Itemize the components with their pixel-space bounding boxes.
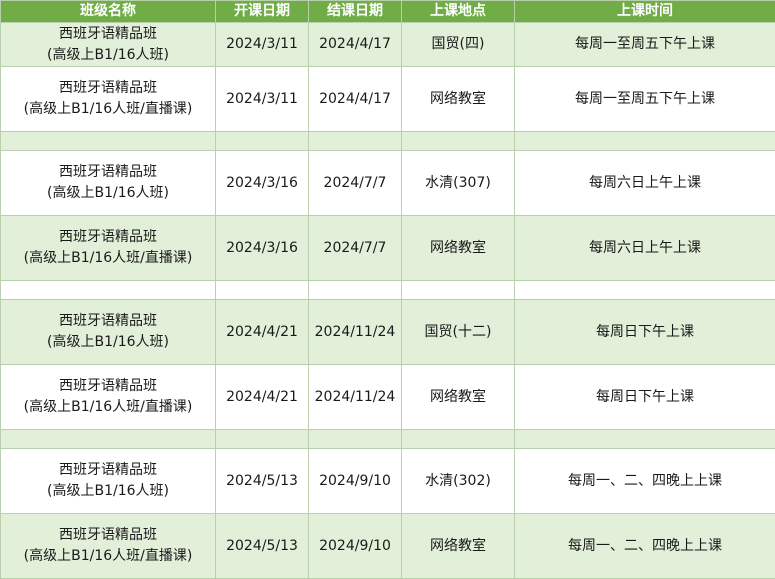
class-name: 西班牙语精品班: [3, 376, 213, 397]
spacer-cell: [216, 281, 309, 300]
class-name: 西班牙语精品班: [3, 525, 213, 546]
header-class-name: 班级名称: [1, 1, 216, 23]
class-time-cell: 每周日下午上课: [515, 300, 775, 365]
class-time-cell: 每周日下午上课: [515, 365, 775, 430]
schedule-table: 班级名称 开课日期 结课日期 上课地点 上课时间 西班牙语精品班(高级上B1/1…: [0, 0, 775, 579]
end-date-cell: 2024/9/10: [309, 449, 402, 514]
table-row: 西班牙语精品班(高级上B1/16人班)2024/3/112024/4/17国贸(…: [1, 23, 775, 67]
start-date-cell: 2024/3/11: [216, 67, 309, 132]
end-date-cell: 2024/7/7: [309, 151, 402, 216]
spacer-cell: [1, 281, 216, 300]
table-row: 西班牙语精品班(高级上B1/16人班)2024/3/162024/7/7水清(3…: [1, 151, 775, 216]
spacer-cell: [515, 430, 775, 449]
start-date-cell: 2024/3/11: [216, 23, 309, 67]
class-name: 西班牙语精品班: [3, 162, 213, 183]
table-row: 西班牙语精品班(高级上B1/16人班/直播课)2024/3/162024/7/7…: [1, 216, 775, 281]
spacer-cell: [309, 132, 402, 151]
spacer-row: [1, 430, 775, 449]
table-row: 西班牙语精品班(高级上B1/16人班)2024/5/132024/9/10水清(…: [1, 449, 775, 514]
class-time-cell: 每周一至周五下午上课: [515, 67, 775, 132]
spacer-cell: [515, 281, 775, 300]
start-date-cell: 2024/4/21: [216, 300, 309, 365]
spacer-cell: [402, 281, 515, 300]
class-name-cell: 西班牙语精品班(高级上B1/16人班): [1, 151, 216, 216]
start-date-cell: 2024/3/16: [216, 216, 309, 281]
spacer-cell: [402, 132, 515, 151]
spacer-cell: [1, 430, 216, 449]
class-level: (高级上B1/16人班/直播课): [3, 248, 213, 269]
class-name-cell: 西班牙语精品班(高级上B1/16人班/直播课): [1, 216, 216, 281]
spacer-cell: [216, 132, 309, 151]
class-name: 西班牙语精品班: [3, 227, 213, 248]
class-level: (高级上B1/16人班): [3, 332, 213, 353]
class-name: 西班牙语精品班: [3, 24, 213, 45]
start-date-cell: 2024/3/16: [216, 151, 309, 216]
location-cell: 网络教室: [402, 67, 515, 132]
start-date-cell: 2024/5/13: [216, 449, 309, 514]
class-name: 西班牙语精品班: [3, 78, 213, 99]
class-level: (高级上B1/16人班/直播课): [3, 99, 213, 120]
spacer-cell: [216, 430, 309, 449]
spacer-cell: [1, 132, 216, 151]
class-name: 西班牙语精品班: [3, 460, 213, 481]
class-level: (高级上B1/16人班): [3, 45, 213, 66]
class-time-cell: 每周一至周五下午上课: [515, 23, 775, 67]
class-name: 西班牙语精品班: [3, 311, 213, 332]
start-date-cell: 2024/4/21: [216, 365, 309, 430]
spacer-row: [1, 281, 775, 300]
spacer-cell: [402, 430, 515, 449]
location-cell: 网络教室: [402, 365, 515, 430]
location-cell: 国贸(四): [402, 23, 515, 67]
location-cell: 水清(302): [402, 449, 515, 514]
class-name-cell: 西班牙语精品班(高级上B1/16人班/直播课): [1, 67, 216, 132]
spacer-row: [1, 132, 775, 151]
class-level: (高级上B1/16人班): [3, 481, 213, 502]
header-row: 班级名称 开课日期 结课日期 上课地点 上课时间: [1, 1, 775, 23]
end-date-cell: 2024/4/17: [309, 67, 402, 132]
start-date-cell: 2024/5/13: [216, 514, 309, 579]
location-cell: 水清(307): [402, 151, 515, 216]
table-row: 西班牙语精品班(高级上B1/16人班/直播课)2024/4/212024/11/…: [1, 365, 775, 430]
end-date-cell: 2024/7/7: [309, 216, 402, 281]
class-name-cell: 西班牙语精品班(高级上B1/16人班/直播课): [1, 365, 216, 430]
spacer-cell: [309, 281, 402, 300]
class-time-cell: 每周六日上午上课: [515, 216, 775, 281]
location-cell: 国贸(十二): [402, 300, 515, 365]
end-date-cell: 2024/9/10: [309, 514, 402, 579]
table-row: 西班牙语精品班(高级上B1/16人班)2024/4/212024/11/24国贸…: [1, 300, 775, 365]
class-time-cell: 每周六日上午上课: [515, 151, 775, 216]
class-time-cell: 每周一、二、四晚上上课: [515, 449, 775, 514]
header-class-time: 上课时间: [515, 1, 775, 23]
class-name-cell: 西班牙语精品班(高级上B1/16人班/直播课): [1, 514, 216, 579]
class-level: (高级上B1/16人班): [3, 183, 213, 204]
table-body: 西班牙语精品班(高级上B1/16人班)2024/3/112024/4/17国贸(…: [1, 23, 775, 579]
class-time-cell: 每周一、二、四晚上上课: [515, 514, 775, 579]
header-start-date: 开课日期: [216, 1, 309, 23]
class-level: (高级上B1/16人班/直播课): [3, 546, 213, 567]
location-cell: 网络教室: [402, 514, 515, 579]
class-name-cell: 西班牙语精品班(高级上B1/16人班): [1, 23, 216, 67]
table-row: 西班牙语精品班(高级上B1/16人班/直播课)2024/5/132024/9/1…: [1, 514, 775, 579]
spacer-cell: [515, 132, 775, 151]
spacer-cell: [309, 430, 402, 449]
class-level: (高级上B1/16人班/直播课): [3, 397, 213, 418]
class-name-cell: 西班牙语精品班(高级上B1/16人班): [1, 449, 216, 514]
header-end-date: 结课日期: [309, 1, 402, 23]
end-date-cell: 2024/11/24: [309, 300, 402, 365]
end-date-cell: 2024/4/17: [309, 23, 402, 67]
end-date-cell: 2024/11/24: [309, 365, 402, 430]
location-cell: 网络教室: [402, 216, 515, 281]
header-location: 上课地点: [402, 1, 515, 23]
table-row: 西班牙语精品班(高级上B1/16人班/直播课)2024/3/112024/4/1…: [1, 67, 775, 132]
class-name-cell: 西班牙语精品班(高级上B1/16人班): [1, 300, 216, 365]
